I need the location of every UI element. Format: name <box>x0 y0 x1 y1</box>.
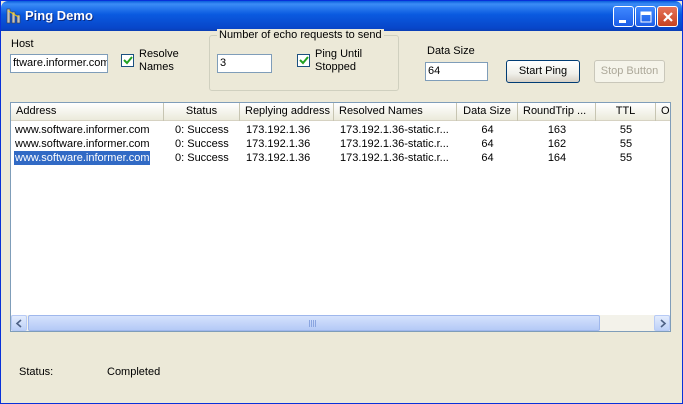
table-row-selected[interactable]: www.software.informer.com 0: Success 173… <box>11 151 670 165</box>
resolve-names-label-2: Names <box>139 61 174 73</box>
checkmark-icon <box>299 56 309 65</box>
ping-until-label-2: Stopped <box>315 61 356 73</box>
column-header-ttl[interactable]: TTL <box>596 103 656 121</box>
table-row[interactable]: www.software.informer.com 0: Success 173… <box>11 137 670 151</box>
ping-until-stopped-checkbox[interactable] <box>297 54 310 67</box>
cell-status: 0: Success <box>175 138 229 150</box>
resolve-names-label-1: Resolve <box>139 48 179 60</box>
horizontal-scrollbar[interactable] <box>11 315 670 331</box>
status-value: Completed <box>107 366 161 378</box>
column-header-roundtrip[interactable]: RoundTrip ... <box>518 103 596 121</box>
column-header-o[interactable]: O <box>656 103 670 121</box>
cell-ttl: 55 <box>619 138 633 150</box>
status-label: Status: <box>19 366 54 378</box>
stop-button[interactable]: Stop Button <box>594 60 665 83</box>
cell-address: www.software.informer.com <box>15 138 150 150</box>
scroll-grip <box>309 320 317 327</box>
scroll-left-icon <box>15 319 22 328</box>
cell-replying-address: 173.192.1.36 <box>246 152 311 164</box>
host-label: Host <box>11 38 34 50</box>
column-header-address[interactable]: Address <box>11 103 164 121</box>
scroll-thumb[interactable] <box>28 315 600 331</box>
close-icon <box>663 12 673 22</box>
maximize-button[interactable] <box>635 6 656 27</box>
results-list[interactable]: Address Status Replying address Resolved… <box>10 102 671 332</box>
cell-ttl: 55 <box>619 124 633 136</box>
column-header-replying-address[interactable]: Replying address <box>240 103 334 121</box>
window-title: Ping Demo <box>25 8 93 23</box>
ping-demo-window: Ping Demo Host ftware.informer.com Resol… <box>0 0 683 404</box>
cell-address: www.software.informer.com <box>14 151 151 165</box>
scroll-right-icon <box>660 319 667 328</box>
cell-replying-address: 173.192.1.36 <box>246 124 311 136</box>
close-button[interactable] <box>657 6 678 27</box>
echo-requests-group-title: Number of echo requests to send <box>217 29 384 41</box>
resolve-names-checkbox[interactable] <box>121 54 134 67</box>
cell-roundtrip: 162 <box>547 138 567 150</box>
ping-until-label-1: Ping Until <box>315 48 363 60</box>
echo-count-input[interactable]: 3 <box>217 54 272 73</box>
data-size-input[interactable]: 64 <box>425 62 488 81</box>
cell-replying-address: 173.192.1.36 <box>246 138 311 150</box>
checkmark-icon <box>123 56 133 65</box>
cell-status: 0: Success <box>175 152 229 164</box>
maximize-icon <box>640 11 652 23</box>
start-ping-button[interactable]: Start Ping <box>506 60 580 83</box>
cell-resolved-names: 173.192.1.36-static.r... <box>340 152 449 164</box>
cell-data-size: 64 <box>481 152 494 164</box>
cell-resolved-names: 173.192.1.36-static.r... <box>340 138 449 150</box>
table-row[interactable]: www.software.informer.com 0: Success 173… <box>11 123 670 137</box>
cell-data-size: 64 <box>481 124 494 136</box>
cell-address: www.software.informer.com <box>15 124 150 136</box>
cell-data-size: 64 <box>481 138 494 150</box>
network-app-icon <box>5 7 21 25</box>
scroll-right-button[interactable] <box>654 315 670 331</box>
minimize-button[interactable] <box>613 6 634 27</box>
cell-roundtrip: 164 <box>547 152 567 164</box>
column-header-status[interactable]: Status <box>164 103 240 121</box>
scroll-left-button[interactable] <box>11 315 27 331</box>
data-size-label: Data Size <box>427 45 475 57</box>
cell-status: 0: Success <box>175 124 229 136</box>
title-bar[interactable]: Ping Demo <box>1 1 682 31</box>
list-header: Address Status Replying address Resolved… <box>11 103 670 121</box>
cell-resolved-names: 173.192.1.36-static.r... <box>340 124 449 136</box>
cell-roundtrip: 163 <box>547 124 567 136</box>
host-input[interactable]: ftware.informer.com <box>10 54 108 73</box>
minimize-icon <box>619 20 626 23</box>
cell-ttl: 55 <box>619 152 633 164</box>
column-header-resolved-names[interactable]: Resolved Names <box>334 103 457 121</box>
column-header-data-size[interactable]: Data Size <box>457 103 518 121</box>
